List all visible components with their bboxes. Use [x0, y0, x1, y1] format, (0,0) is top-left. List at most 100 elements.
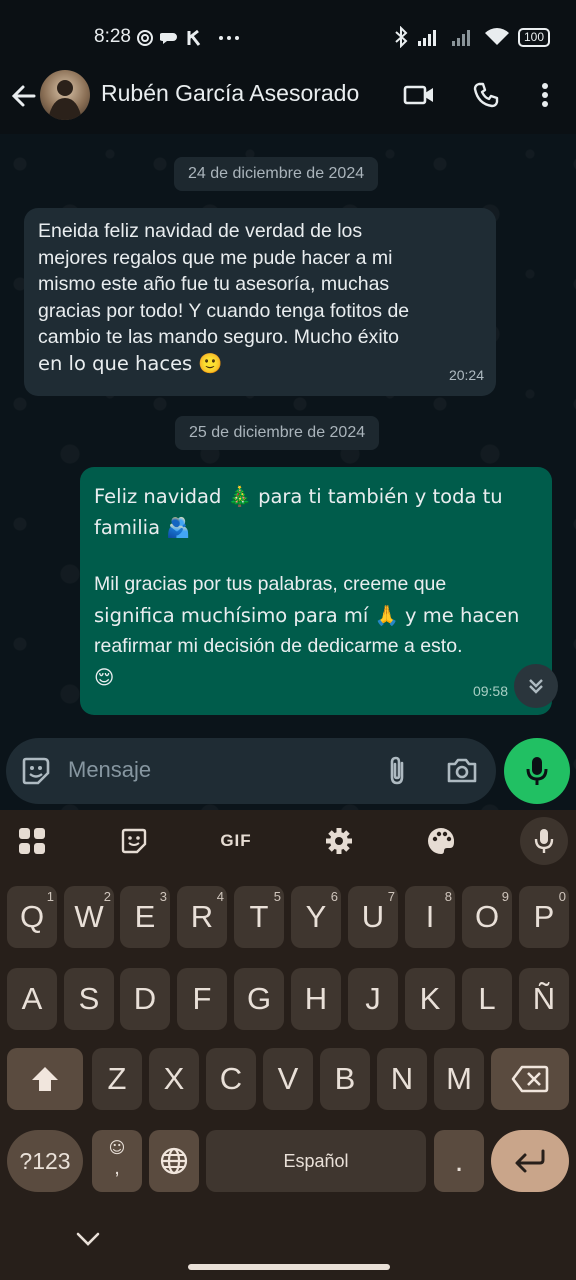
- double-chevron-down-icon: [529, 679, 543, 694]
- contact-avatar[interactable]: [40, 70, 90, 120]
- bluetooth-icon: [395, 26, 408, 48]
- key-v[interactable]: V: [263, 1048, 313, 1110]
- status-time: 8:28: [94, 26, 131, 47]
- incoming-message[interactable]: Eneida feliz navidad de verdad de los me…: [24, 208, 496, 396]
- key-label: Y: [305, 899, 327, 934]
- key-u[interactable]: U7: [348, 886, 398, 948]
- key-l[interactable]: L: [462, 968, 512, 1030]
- video-call-icon[interactable]: [402, 78, 436, 112]
- key-label: W: [74, 899, 104, 934]
- signal-weak-icon: [451, 30, 470, 46]
- enter-arrow-icon: [515, 1149, 545, 1173]
- theme-palette-icon[interactable]: [423, 824, 459, 858]
- message-line: 😌: [94, 666, 115, 689]
- message-line: mismo este año fue tu asesoría, muchas: [38, 273, 390, 295]
- voice-call-icon[interactable]: [469, 78, 503, 112]
- comma-label: ,: [114, 1157, 120, 1179]
- k-app-icon: [187, 29, 201, 46]
- more-options-icon[interactable]: [528, 78, 562, 112]
- key-hint: 5: [273, 889, 281, 904]
- key-d[interactable]: D: [120, 968, 170, 1030]
- key-g[interactable]: G: [234, 968, 284, 1030]
- enter-key[interactable]: [491, 1130, 569, 1192]
- message-line: Eneida feliz navidad de verdad de los: [38, 220, 363, 242]
- sticker-keyboard-icon[interactable]: [116, 824, 152, 858]
- key-o[interactable]: O9: [462, 886, 512, 948]
- key-h[interactable]: H: [291, 968, 341, 1030]
- microphone-icon: [526, 757, 548, 785]
- key-k[interactable]: K: [405, 968, 455, 1030]
- backspace-icon: [511, 1065, 549, 1093]
- message-line: familia 🫂: [94, 516, 191, 539]
- emoji-comma-key[interactable]: ☺ ,: [92, 1130, 142, 1192]
- key-w[interactable]: W2: [64, 886, 114, 948]
- key-x[interactable]: X: [149, 1048, 199, 1110]
- message-time: 09:58: [472, 683, 508, 699]
- key-s[interactable]: S: [64, 968, 114, 1030]
- key-t[interactable]: T5: [234, 886, 284, 948]
- apps-grid-icon[interactable]: [14, 824, 50, 858]
- scroll-to-bottom-button[interactable]: [514, 664, 558, 708]
- key-hint: 7: [387, 889, 395, 904]
- settings-gear-icon[interactable]: [321, 824, 357, 858]
- key-z[interactable]: Z: [92, 1048, 142, 1110]
- key-q[interactable]: Q1: [7, 886, 57, 948]
- key-c[interactable]: C: [206, 1048, 256, 1110]
- language-key[interactable]: [149, 1130, 199, 1192]
- message-line: gracias por todo! Y cuando tenga fotitos…: [38, 299, 410, 322]
- home-indicator[interactable]: [188, 1264, 390, 1270]
- key-hint: 4: [216, 889, 224, 904]
- key-label: U: [361, 899, 385, 934]
- key-hint: 8: [444, 889, 452, 904]
- keyboard[interactable]: GIF Q1 W2 E3 R 4 T 5 Y 6 U 7 I 8 O 9 P 0…: [0, 810, 576, 1280]
- message-time: 20:24: [448, 366, 484, 383]
- space-bar[interactable]: Español: [206, 1130, 426, 1192]
- message-line: cambio te las mando seguro. Mucho éxito: [38, 326, 399, 348]
- shift-key[interactable]: [7, 1048, 83, 1110]
- camera-icon[interactable]: [446, 756, 478, 784]
- status-right: 100: [394, 26, 550, 48]
- key-n[interactable]: N: [377, 1048, 427, 1110]
- key-label: T: [249, 899, 269, 934]
- key-label: O: [474, 899, 500, 934]
- key-e[interactable]: E3: [120, 886, 170, 948]
- key-b[interactable]: B: [320, 1048, 370, 1110]
- key-p[interactable]: P0: [519, 886, 569, 948]
- key-i[interactable]: I8: [405, 886, 455, 948]
- symbols-key[interactable]: ?123: [7, 1130, 83, 1192]
- signal-icon: [417, 30, 436, 46]
- message-line: Mil gracias por tus palabras, creeme que: [94, 573, 447, 595]
- attach-icon[interactable]: [384, 755, 410, 787]
- message-line: mejores regalos que me pude hacer a mi: [38, 246, 393, 269]
- key-f[interactable]: F: [177, 968, 227, 1030]
- message-input[interactable]: Mensaje: [68, 757, 151, 783]
- back-arrow-icon[interactable]: [10, 82, 38, 110]
- voice-message-button[interactable]: [504, 738, 570, 804]
- key-label: E: [134, 899, 156, 934]
- key-n-tilde[interactable]: Ñ: [519, 968, 569, 1030]
- key-label: R: [190, 899, 214, 934]
- key-a[interactable]: A: [7, 968, 57, 1030]
- key-label: I: [425, 899, 435, 934]
- message-line: Feliz navidad 🎄 para ti también y toda t…: [94, 485, 503, 508]
- backspace-key[interactable]: [491, 1048, 569, 1110]
- key-r[interactable]: R4: [177, 886, 227, 948]
- key-y[interactable]: Y6: [291, 886, 341, 948]
- chat-area[interactable]: 24 de diciembre de 2024 Eneida feliz nav…: [0, 134, 576, 810]
- message-composer[interactable]: Mensaje: [6, 738, 496, 804]
- gif-button[interactable]: GIF: [214, 824, 258, 858]
- key-hint: 6: [330, 889, 338, 904]
- keyboard-voice-button[interactable]: [520, 817, 568, 865]
- outgoing-message[interactable]: Feliz navidad 🎄 para ti también y toda t…: [80, 467, 552, 715]
- period-key[interactable]: .: [434, 1130, 484, 1192]
- key-m[interactable]: M: [434, 1048, 484, 1110]
- message-line: significa muchísimo para mí 🙏 y me hacen: [94, 604, 520, 627]
- contact-name[interactable]: Rubén García Asesorado: [101, 80, 359, 107]
- key-label: P: [533, 899, 555, 934]
- key-j[interactable]: J: [348, 968, 398, 1030]
- emoji-icon: ☺: [108, 1138, 126, 1157]
- hide-keyboard-chevron-icon[interactable]: [74, 1230, 102, 1248]
- key-label: Q: [19, 899, 45, 934]
- sticker-icon[interactable]: [20, 756, 52, 786]
